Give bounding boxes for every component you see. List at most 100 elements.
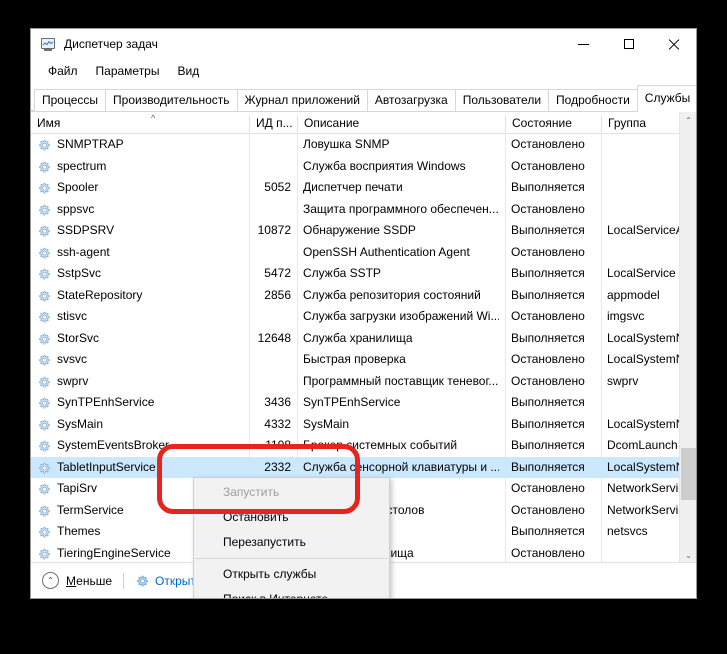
service-name-cell: spectrum bbox=[57, 158, 107, 173]
tab-app-history[interactable]: Журнал приложений bbox=[236, 89, 368, 111]
minimize-icon bbox=[578, 44, 589, 45]
service-gear-icon bbox=[37, 353, 51, 367]
service-description-cell: Служба восприятия Windows bbox=[303, 158, 466, 173]
chevron-up-icon: ⌃ bbox=[42, 572, 59, 589]
service-gear-icon bbox=[37, 224, 51, 238]
service-description-cell: Диспетчер печати bbox=[303, 180, 403, 194]
service-row[interactable]: SstpSvc 5472 Служба SSTP Выполняется LocalSe… bbox=[31, 263, 696, 285]
service-row[interactable]: SSDPSRV 10872 Обнаружение SSDP Выполняется L… bbox=[31, 220, 696, 242]
service-name-cell: SstpSvc bbox=[57, 266, 102, 280]
services-gear-icon bbox=[135, 574, 149, 588]
service-row[interactable]: sppsvc Защита программного обеспечен... Ос… bbox=[31, 199, 696, 221]
service-gear-icon bbox=[37, 310, 51, 324]
service-description-cell: Служба загрузки изображений Wi... bbox=[303, 309, 499, 323]
context-menu-separator bbox=[195, 558, 388, 559]
minimize-button[interactable] bbox=[561, 29, 606, 59]
context-menu-item[interactable]: Остановить bbox=[194, 505, 389, 530]
column-header-description[interactable]: Описание bbox=[298, 112, 505, 134]
service-status-cell: Остановлено bbox=[511, 373, 585, 388]
service-row[interactable]: svsvc Быстрая проверка Остановлено LocalSys… bbox=[31, 349, 696, 371]
column-header-group[interactable]: Группа bbox=[602, 112, 680, 134]
service-pid-cell: 2856 bbox=[264, 287, 291, 302]
tab-services[interactable]: Службы bbox=[636, 85, 696, 112]
fewer-details-button[interactable]: ⌃ Меньше bbox=[42, 572, 112, 589]
service-gear-icon bbox=[37, 160, 51, 174]
service-status-cell: Остановлено bbox=[511, 502, 585, 517]
service-name-cell: SynTPEnhService bbox=[57, 395, 155, 409]
context-menu-item[interactable]: Перезапустить bbox=[194, 530, 389, 555]
service-row[interactable]: stisvc Служба загрузки изображений Wi... О… bbox=[31, 306, 696, 328]
service-name-cell: SNMPTRAP bbox=[57, 137, 124, 151]
service-gear-icon bbox=[37, 439, 51, 453]
service-row[interactable]: SynTPEnhService 3436 SynTPEnhService Выполн… bbox=[31, 392, 696, 414]
service-gear-icon bbox=[37, 504, 51, 518]
service-description-cell: Программный поставщик теневог... bbox=[303, 373, 499, 388]
service-row[interactable]: StateRepository 2856 Служба репозитория со… bbox=[31, 285, 696, 307]
service-status-cell: Остановлено bbox=[511, 352, 585, 366]
service-row[interactable]: TabletInputService 2332 Служба сенсорной к… bbox=[31, 456, 696, 478]
service-pid-cell bbox=[249, 134, 291, 156]
vertical-scrollbar[interactable]: ⌃ ⌄ bbox=[679, 112, 696, 563]
menu-options[interactable]: Параметры bbox=[87, 62, 169, 80]
service-gear-icon bbox=[37, 138, 51, 152]
service-description-cell: OpenSSH Authentication Agent bbox=[303, 244, 470, 259]
service-name-cell: stisvc bbox=[57, 309, 87, 323]
tab-users[interactable]: Пользователи bbox=[454, 89, 550, 111]
service-gear-icon bbox=[37, 525, 51, 539]
tab-performance[interactable]: Производительность bbox=[105, 89, 238, 111]
tab-startup[interactable]: Автозагрузка bbox=[366, 89, 456, 111]
scroll-up-arrow-icon[interactable]: ⌃ bbox=[680, 112, 696, 129]
close-button[interactable] bbox=[651, 29, 696, 59]
service-gear-icon bbox=[37, 547, 51, 561]
service-pid-cell: 1108 bbox=[265, 438, 291, 452]
service-row[interactable]: SNMPTRAP Ловушка SNMP Остановлено bbox=[31, 134, 696, 156]
scrollbar-thumb[interactable] bbox=[681, 448, 696, 500]
service-description-cell: Быстрая проверка bbox=[303, 352, 406, 366]
service-pid-cell bbox=[249, 199, 291, 221]
service-name-cell: ssh-agent bbox=[57, 244, 110, 259]
context-menu-item[interactable]: Открыть службы bbox=[194, 562, 389, 587]
service-description-cell: Ловушка SNMP bbox=[303, 137, 390, 151]
service-row[interactable]: swprv Программный поставщик теневог... Ост… bbox=[31, 371, 696, 393]
service-name-cell: StorSvc bbox=[57, 330, 100, 345]
service-pid-cell: 5472 bbox=[264, 266, 291, 280]
column-header-pid[interactable]: ИД п... bbox=[250, 112, 297, 134]
service-status-cell: Выполняется bbox=[511, 395, 585, 409]
close-icon bbox=[668, 39, 679, 50]
service-gear-icon bbox=[37, 203, 51, 217]
service-row[interactable]: SystemEventsBroker 1108 Брокер системных с… bbox=[31, 435, 696, 457]
column-header-status[interactable]: Состояние bbox=[506, 112, 601, 134]
service-pid-cell: 5052 bbox=[264, 180, 291, 194]
service-description-cell: Защита программного обеспечен... bbox=[303, 201, 499, 216]
scroll-down-arrow-icon[interactable]: ⌄ bbox=[680, 547, 696, 563]
context-menu: Запустить Остановить Перезапустить Открыть … bbox=[193, 477, 390, 598]
service-status-cell: Остановлено bbox=[511, 244, 585, 259]
service-status-cell: Выполняется bbox=[511, 459, 585, 474]
service-gear-icon bbox=[37, 375, 51, 389]
service-row[interactable]: Spooler 5052 Диспетчер печати Выполняется bbox=[31, 177, 696, 199]
service-description-cell: Служба сенсорной клавиатуры и ... bbox=[303, 459, 499, 474]
service-row[interactable]: SysMain 4332 SysMain Выполняется LocalSystem… bbox=[31, 414, 696, 436]
service-status-cell: Выполняется bbox=[511, 223, 585, 237]
service-row[interactable]: ssh-agent OpenSSH Authentication Agent Ост… bbox=[31, 242, 696, 264]
service-name-cell: TabletInputService bbox=[57, 459, 156, 474]
column-header-name[interactable]: Имя bbox=[31, 112, 249, 134]
service-description-cell: Обнаружение SSDP bbox=[303, 223, 416, 237]
tab-details[interactable]: Подробности bbox=[548, 89, 638, 111]
service-status-cell: Остановлено bbox=[511, 158, 585, 173]
service-name-cell: swprv bbox=[57, 373, 89, 388]
title-bar[interactable]: Диспетчер задач bbox=[31, 29, 696, 59]
menu-view[interactable]: Вид bbox=[168, 62, 208, 80]
service-status-cell: Остановлено bbox=[511, 137, 585, 151]
menu-file[interactable]: Файл bbox=[39, 62, 87, 80]
service-name-cell: Spooler bbox=[57, 180, 99, 194]
tab-strip: Процессы Производительность Журнал прило… bbox=[31, 83, 696, 112]
fewer-details-label: Меньше bbox=[66, 574, 112, 588]
service-row[interactable]: spectrum Служба восприятия Windows Останов… bbox=[31, 156, 696, 178]
maximize-button[interactable] bbox=[606, 29, 651, 59]
maximize-icon bbox=[623, 39, 634, 49]
tab-processes[interactable]: Процессы bbox=[34, 89, 107, 111]
service-row[interactable]: StorSvc 12648 Служба хранилища Выполняется L… bbox=[31, 328, 696, 350]
service-status-cell: Остановлено bbox=[511, 545, 585, 560]
context-menu-item[interactable]: Поиск в Интернете bbox=[194, 587, 389, 598]
